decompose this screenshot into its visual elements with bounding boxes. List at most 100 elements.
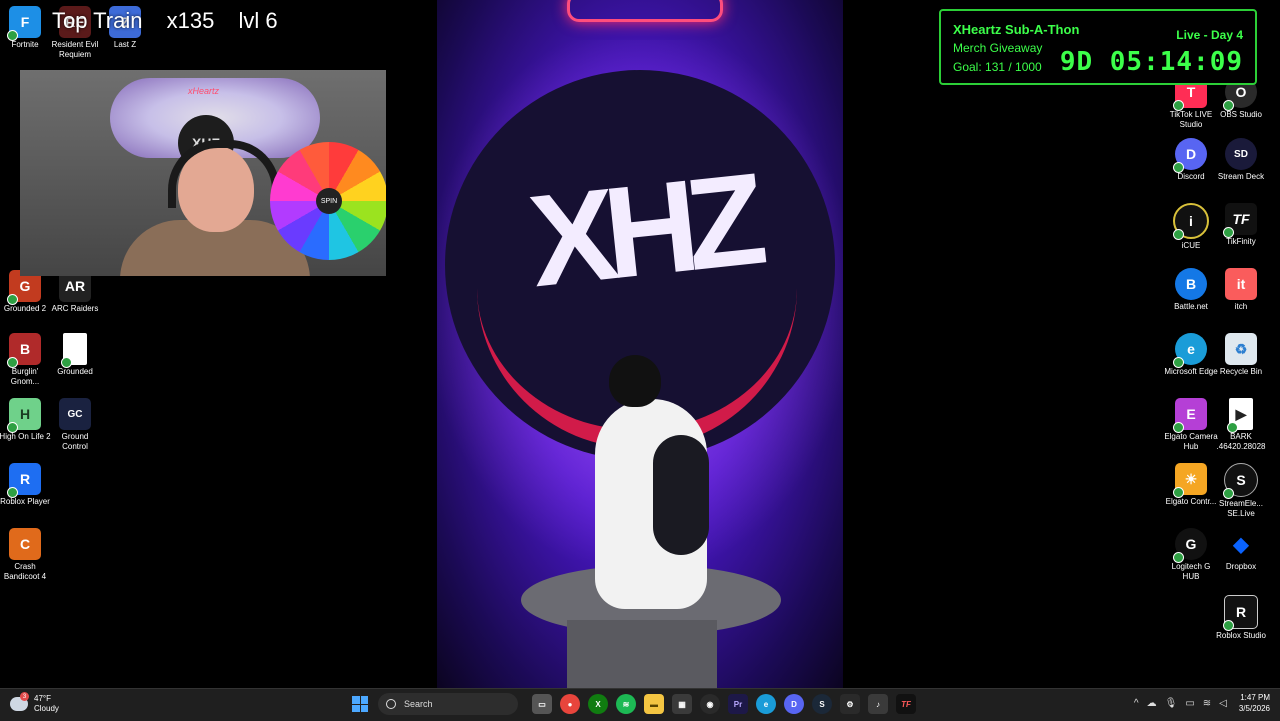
fortnite-icon: F — [7, 6, 41, 41]
itch-icon: it — [1225, 268, 1257, 300]
icon-label: OBS Studio — [1220, 110, 1262, 119]
icon-label: Last Z — [113, 40, 137, 49]
icon-label: Recycle Bin — [1219, 367, 1263, 376]
obs-taskbar-icon[interactable]: ◉ — [700, 694, 720, 714]
icon-label: Roblox Player — [0, 497, 50, 506]
icon-label: Stream Deck — [1217, 172, 1265, 181]
desktop-icon-discord[interactable]: D Discord — [1166, 138, 1216, 182]
desktop-icon-recycle-bin[interactable]: ♻ Recycle Bin — [1216, 333, 1266, 377]
desktop-icon-ground-control[interactable]: GC Ground Control — [50, 398, 100, 452]
streamelements-icon: S — [1223, 463, 1258, 499]
xbox-icon[interactable]: X — [588, 694, 608, 714]
spotify-icon[interactable]: ≋ — [616, 694, 636, 714]
ground-control-icon: GC — [59, 398, 91, 430]
stream-logo: XHZ — [522, 145, 762, 315]
premiere-icon[interactable]: Pr — [728, 694, 748, 714]
webcam-neon-sign: xHeartz — [188, 86, 220, 96]
edge-icon: e — [1173, 333, 1207, 368]
desktop-icon-grounded-2[interactable]: G Grounded 2 — [0, 270, 50, 314]
desktop-icon-elgato-camera-hub[interactable]: E Elgato Camera Hub — [1164, 398, 1218, 452]
tikfinity-icon: TF — [1223, 203, 1257, 238]
desktop-icon-grounded[interactable]: Grounded — [50, 333, 100, 377]
icon-label: Dropbox — [1225, 562, 1257, 571]
desktop-icon-tikfinity[interactable]: TF TikFinity — [1216, 203, 1266, 247]
desktop-icon-high-on-life-2[interactable]: H High On Life 2 — [0, 398, 51, 442]
task-view-icon[interactable]: ▭ — [532, 694, 552, 714]
tiktok-taskbar-icon[interactable]: ♪ — [868, 694, 888, 714]
cat — [587, 355, 717, 615]
icon-label: itch — [1234, 302, 1248, 311]
desktop-icon-itch[interactable]: it itch — [1216, 268, 1266, 312]
windows-start-button[interactable] — [352, 696, 368, 712]
icon-label: StreamEle... SE.Live — [1218, 499, 1263, 518]
desktop-icon-streamelements[interactable]: S StreamEle... SE.Live — [1216, 463, 1266, 519]
icon-label: Elgato Contr... — [1165, 497, 1217, 506]
burglin-gnomes-icon: B — [7, 333, 41, 368]
desktop-icon-roblox-player[interactable]: R Roblox Player — [0, 463, 50, 507]
weather-temp: 47°F — [34, 694, 51, 703]
discord-taskbar-icon[interactable]: D — [784, 694, 804, 714]
logitech-g-icon: G — [1173, 528, 1207, 563]
weather-widget[interactable]: 3 47°F Cloudy — [10, 692, 59, 714]
webcam-feed: xHeartz XHZ SPIN — [20, 70, 386, 276]
desktop-icon-crash-bandicoot[interactable]: C Crash Bandicoot 4 — [0, 528, 50, 582]
icon-label: Fortnite — [11, 40, 39, 49]
folder-icon[interactable]: ▬ — [644, 694, 664, 714]
gear-icon[interactable]: ⚙ — [840, 694, 860, 714]
cat-head — [609, 355, 661, 407]
train-count: x135 — [166, 8, 215, 33]
top-train-overlay: Top Train x135 lvl 6 — [52, 8, 296, 34]
train-label: Top Train — [52, 8, 143, 33]
subathon-title: XHeartz Sub-A-Thon — [953, 22, 1080, 37]
icon-label: Microsoft Edge — [1164, 367, 1218, 376]
tikfinity-taskbar-icon[interactable]: TF — [896, 694, 916, 714]
icon-label: ARC Raiders — [51, 304, 99, 313]
clock-date: 3/5/2026 — [1238, 704, 1270, 713]
desktop-icon-roblox-studio[interactable]: R Roblox Studio — [1216, 595, 1266, 641]
desktop-icon-arc-raiders[interactable]: AR ARC Raiders — [50, 270, 100, 314]
steam-icon[interactable]: S — [812, 694, 832, 714]
taskbar-search[interactable]: Search — [378, 693, 518, 715]
battle-net-icon: B — [1175, 268, 1207, 300]
display-icon[interactable]: ▭ — [1185, 698, 1194, 709]
icon-label: Logitech G HUB — [1171, 562, 1211, 581]
chevron-up-icon[interactable]: ^ — [1134, 698, 1139, 709]
roblox-icon: R — [7, 463, 41, 498]
desktop-icon-elgato-control[interactable]: ☀ Elgato Contr... — [1166, 463, 1216, 507]
store-icon[interactable]: ▦ — [672, 694, 692, 714]
desktop-icon-fortnite[interactable]: F Fortnite — [0, 6, 50, 50]
icon-label: Ground Control — [61, 432, 89, 451]
icon-label: Resident Evil Requiem — [51, 40, 99, 59]
crash-bandicoot-icon: C — [9, 528, 41, 560]
train-level: lvl 6 — [238, 8, 278, 33]
neon-sign — [567, 0, 723, 22]
desktop-icon-icue[interactable]: i iCUE — [1166, 203, 1216, 251]
taskbar-clock[interactable]: 1:47 PM 3/5/2026 — [1239, 692, 1270, 714]
icon-label: Elgato Camera Hub — [1164, 432, 1218, 451]
desktop-icon-burglin-gnomes[interactable]: B Burglin' Gnom... — [0, 333, 50, 387]
desktop-icon-logitech-g-hub[interactable]: G Logitech G HUB — [1166, 528, 1216, 582]
wifi-icon[interactable]: ≋ — [1203, 698, 1211, 709]
cat-spot — [653, 435, 709, 555]
desktop-icon-bark[interactable]: ▶ BARK .46420.28028 — [1216, 398, 1266, 452]
subathon-subtitle: Merch Giveaway — [953, 41, 1043, 55]
subathon-widget: XHeartz Sub-A-Thon Merch Giveaway Goal: … — [939, 9, 1257, 85]
cloud-icon: 3 — [10, 692, 29, 711]
icon-label: TikFinity — [1226, 237, 1256, 246]
subathon-timer: 9D 05:14:09 — [1059, 47, 1243, 77]
icon-label: Grounded — [57, 367, 93, 376]
edge-taskbar-icon[interactable]: e — [756, 694, 776, 714]
chrome-icon[interactable]: ● — [560, 694, 580, 714]
volume-icon[interactable]: ◁ — [1219, 698, 1227, 709]
weather-badge: 3 — [20, 692, 29, 701]
desktop-icon-stream-deck[interactable]: SD Stream Deck — [1216, 138, 1266, 182]
desktop-icon-microsoft-edge[interactable]: e Microsoft Edge — [1164, 333, 1218, 377]
search-placeholder: Search — [404, 699, 433, 709]
microphone-icon[interactable]: 🎙 — [1165, 698, 1178, 709]
cloud-sync-icon[interactable]: ☁ — [1147, 698, 1157, 709]
icon-label: TikTok LIVE Studio — [1169, 110, 1213, 129]
desktop-icon-dropbox[interactable]: ◆ Dropbox — [1216, 528, 1266, 572]
desktop-icon-battle-net[interactable]: B Battle.net — [1166, 268, 1216, 312]
dropbox-icon: ◆ — [1225, 528, 1257, 560]
stream-view: XHZ — [437, 0, 843, 688]
